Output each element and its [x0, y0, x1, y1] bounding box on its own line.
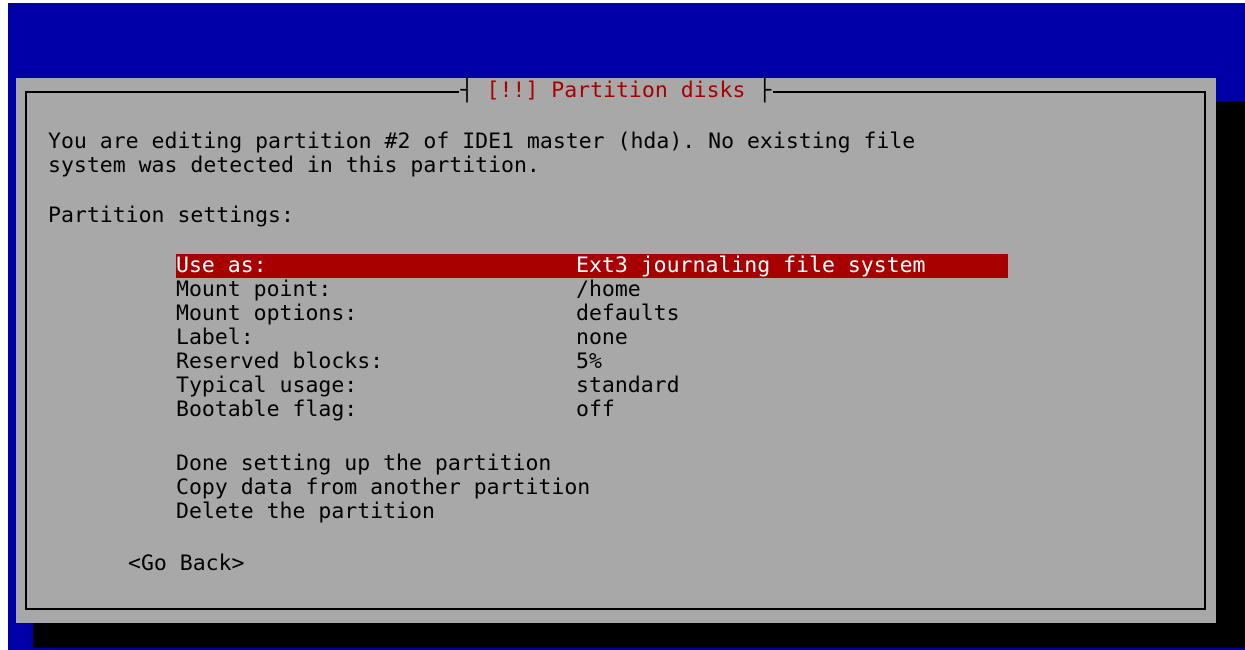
- title-right-tee: ├: [758, 78, 772, 103]
- dialog-title-text: [!!] Partition disks: [486, 78, 746, 103]
- done-setting-up-partition-item[interactable]: Done setting up the partition: [176, 452, 551, 476]
- dialog-title: ┤ [!!] Partition disks ├: [458, 78, 774, 104]
- setting-value: /home: [576, 277, 641, 302]
- setting-key: Mount point:: [176, 277, 332, 302]
- delete-partition-item[interactable]: Delete the partition: [176, 500, 435, 524]
- setting-row-bootable-flag[interactable]: Bootable flag: off: [176, 398, 1008, 422]
- setting-row-label[interactable]: Label: none: [176, 326, 1008, 350]
- setting-row-mount-options[interactable]: Mount options: defaults: [176, 302, 1008, 326]
- dialog-title-bar: ┤ [!!] Partition disks ├: [16, 78, 1216, 105]
- setting-key: Reserved blocks:: [176, 349, 384, 374]
- setting-key: Typical usage:: [176, 373, 358, 398]
- description-line-1: You are editing partition #2 of IDE1 mas…: [48, 129, 916, 154]
- setting-key: Bootable flag:: [176, 397, 358, 422]
- setting-row-mount-point[interactable]: Mount point: /home: [176, 278, 1008, 302]
- go-back-button[interactable]: <Go Back>: [128, 552, 245, 576]
- setting-value: defaults: [576, 301, 680, 326]
- setting-value: 5%: [576, 349, 602, 374]
- copy-data-from-partition-item[interactable]: Copy data from another partition: [176, 476, 590, 500]
- setting-value: none: [576, 325, 628, 350]
- setting-key: Label:: [176, 325, 254, 350]
- setting-row-reserved-blocks[interactable]: Reserved blocks: 5%: [176, 350, 1008, 374]
- description-line-2: system was detected in this partition.: [48, 153, 540, 178]
- title-left-tee: ┤: [460, 78, 474, 103]
- setting-row-use-as[interactable]: Use as: Ext3 journaling file system: [176, 254, 1008, 278]
- setting-value: Ext3 journaling file system: [576, 253, 926, 278]
- setting-row-typical-usage[interactable]: Typical usage: standard: [176, 374, 1008, 398]
- setting-key: Use as:: [176, 253, 267, 278]
- partition-settings-heading: Partition settings:: [48, 203, 294, 228]
- setting-value: off: [576, 397, 615, 422]
- setting-key: Mount options:: [176, 301, 358, 326]
- partition-disks-dialog: ┤ [!!] Partition disks ├ You are editing…: [16, 78, 1216, 623]
- setting-value: standard: [576, 373, 680, 398]
